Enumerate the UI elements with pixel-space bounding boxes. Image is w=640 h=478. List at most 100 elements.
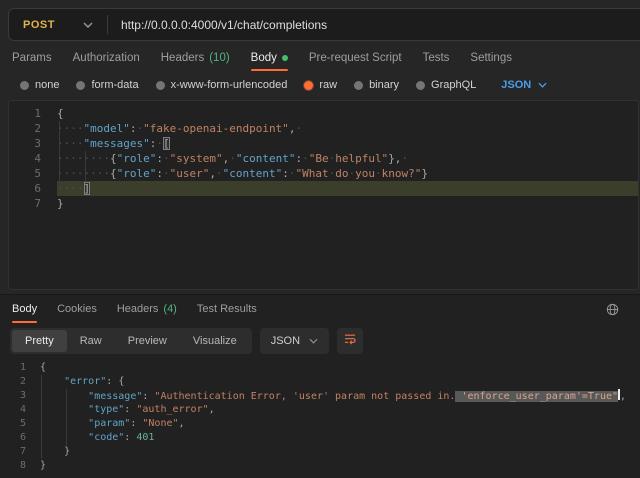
line-number: 3: [9, 136, 57, 151]
response-tab-body[interactable]: Body: [12, 295, 37, 323]
code-line[interactable]: 5········{"role":·"user",·"content":·"Wh…: [9, 166, 638, 181]
radio-icon: [156, 81, 165, 90]
body-type-x-www-form-urlencoded[interactable]: x-www-form-urlencoded: [156, 79, 288, 91]
radio-selected-icon: [304, 81, 313, 90]
code-text: "type": "auth_error",: [40, 403, 640, 417]
request-language-select[interactable]: JSON: [501, 79, 547, 91]
view-raw[interactable]: Raw: [67, 330, 115, 352]
request-body-editor[interactable]: 1{2····"model":·"fake-openai-endpoint",·…: [8, 100, 639, 290]
indent-guide: [41, 375, 42, 459]
tab-label: Headers: [161, 52, 204, 64]
chevron-down-icon: [309, 338, 318, 344]
tab-label: Test Results: [197, 303, 257, 315]
indent-guide: [66, 389, 67, 445]
body-type-binary[interactable]: binary: [354, 79, 399, 91]
radio-icon: [416, 81, 425, 90]
code-line[interactable]: 2 "error": {: [0, 375, 640, 389]
code-line[interactable]: 6····]: [9, 181, 638, 196]
tab-label: Settings: [470, 52, 512, 64]
tab-label: Body: [12, 303, 37, 315]
code-line[interactable]: 1{: [9, 106, 638, 121]
tab-label: Authorization: [73, 52, 140, 64]
tab-headers[interactable]: Headers (10): [161, 45, 230, 71]
line-number: 2: [0, 375, 40, 389]
radio-icon: [76, 81, 85, 90]
code-line[interactable]: 5 "param": "None",: [0, 417, 640, 431]
code-line[interactable]: 8}: [0, 459, 640, 473]
response-panel: Body Cookies Headers (4) Test Results Pr…: [0, 294, 640, 477]
body-type-form-data[interactable]: form-data: [76, 79, 138, 91]
tab-tests[interactable]: Tests: [423, 45, 450, 71]
radio-label: GraphQL: [431, 79, 476, 91]
body-type-graphql[interactable]: GraphQL: [416, 79, 476, 91]
method-label: POST: [23, 19, 55, 31]
radio-label: none: [35, 79, 59, 91]
indent-guide: [85, 151, 86, 181]
language-label: JSON: [271, 335, 300, 347]
tab-label: Tests: [423, 52, 450, 64]
request-url-bar: POST http://0.0.0.0:4000/v1/chat/complet…: [8, 8, 640, 41]
tab-label: Params: [12, 52, 52, 64]
tab-pre-request-script[interactable]: Pre-request Script: [309, 45, 402, 71]
code-text: {: [40, 361, 640, 375]
body-type-none[interactable]: none: [20, 79, 59, 91]
response-language-select[interactable]: JSON: [260, 328, 329, 354]
radio-icon: [354, 81, 363, 90]
line-number: 4: [9, 151, 57, 166]
radio-label: x-www-form-urlencoded: [171, 79, 288, 91]
radio-label: form-data: [91, 79, 138, 91]
line-number: 8: [0, 459, 40, 473]
response-body-editor[interactable]: 1{2 "error": {3 "message": "Authenticati…: [0, 357, 640, 478]
chevron-down-icon: [538, 82, 547, 88]
response-tab-test-results[interactable]: Test Results: [197, 295, 257, 323]
code-line[interactable]: 6 "code": 401: [0, 431, 640, 445]
view-visualize[interactable]: Visualize: [180, 330, 250, 352]
response-tab-headers[interactable]: Headers (4): [117, 295, 177, 323]
code-text: "param": "None",: [40, 417, 640, 431]
line-number: 7: [0, 445, 40, 459]
code-text: }: [57, 196, 638, 211]
globe-icon[interactable]: [606, 303, 619, 316]
response-tab-cookies[interactable]: Cookies: [57, 295, 97, 323]
response-view-switch: Pretty Raw Preview Visualize: [10, 328, 252, 354]
radio-label: raw: [319, 79, 337, 91]
code-line[interactable]: 4········{"role":·"system",·"content":·"…: [9, 151, 638, 166]
code-text: "code": 401: [40, 431, 640, 445]
wrap-lines-button[interactable]: [337, 328, 363, 354]
view-pretty[interactable]: Pretty: [12, 330, 67, 352]
method-selector[interactable]: POST: [9, 19, 107, 31]
tab-body[interactable]: Body: [251, 45, 288, 71]
line-number: 4: [0, 403, 40, 417]
request-tabs: Params Authorization Headers (10) Body P…: [12, 45, 512, 71]
code-text: }: [40, 459, 640, 473]
headers-count-badge: (10): [209, 52, 229, 64]
tab-label: Cookies: [57, 303, 97, 315]
line-number: 1: [0, 361, 40, 375]
code-line[interactable]: 3 "message": "Authentication Error, 'use…: [0, 389, 640, 403]
body-type-raw[interactable]: raw: [304, 79, 337, 91]
line-number: 5: [0, 417, 40, 431]
code-text: "message": "Authentication Error, 'user'…: [40, 389, 640, 403]
chevron-down-icon: [83, 22, 93, 28]
tab-settings[interactable]: Settings: [470, 45, 512, 71]
tab-authorization[interactable]: Authorization: [73, 45, 140, 71]
code-line[interactable]: 1{: [0, 361, 640, 375]
code-text: ····]: [57, 181, 638, 196]
tab-label: Body: [251, 52, 277, 64]
line-number: 5: [9, 166, 57, 181]
line-number: 3: [0, 389, 40, 403]
url-input[interactable]: http://0.0.0.0:4000/v1/chat/completions: [108, 18, 327, 32]
code-line[interactable]: 7}: [9, 196, 638, 211]
code-line[interactable]: 3····"messages":·[: [9, 136, 638, 151]
code-text: {: [57, 106, 638, 121]
view-preview[interactable]: Preview: [115, 330, 180, 352]
code-line[interactable]: 7 }: [0, 445, 640, 459]
code-line[interactable]: 4 "type": "auth_error",: [0, 403, 640, 417]
code-text: "error": {: [40, 375, 640, 389]
tab-params[interactable]: Params: [12, 45, 52, 71]
line-number: 1: [9, 106, 57, 121]
code-text: ········{"role":·"system",·"content":·"B…: [57, 151, 638, 166]
code-line[interactable]: 2····"model":·"fake-openai-endpoint",·: [9, 121, 638, 136]
line-number: 6: [0, 431, 40, 445]
wrap-lines-icon: [343, 332, 357, 351]
